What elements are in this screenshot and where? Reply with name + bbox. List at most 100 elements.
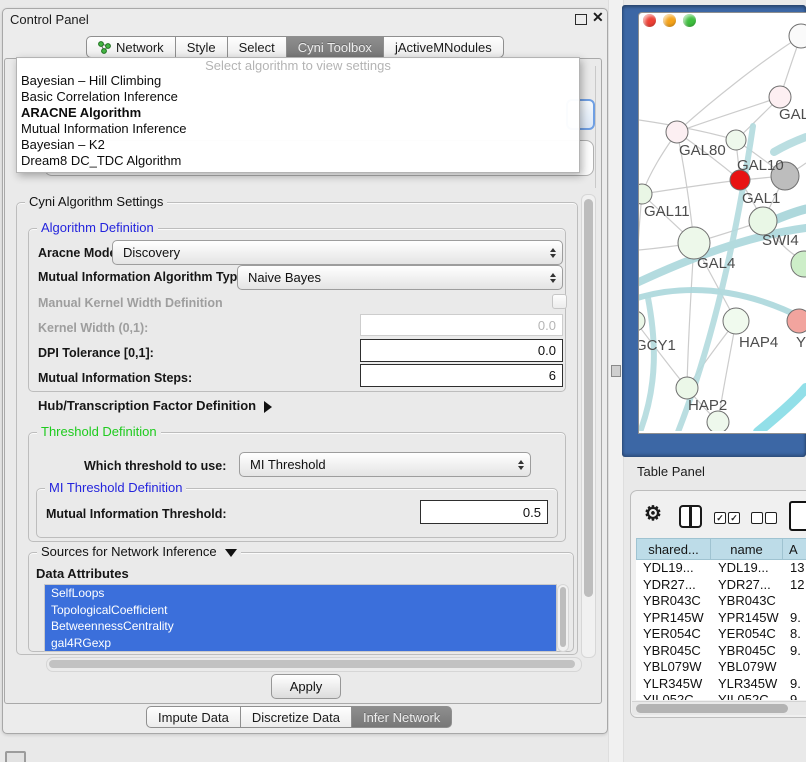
splitter-grip-icon[interactable] — [611, 365, 621, 377]
tab-discretize-data[interactable]: Discretize Data — [241, 706, 352, 728]
select-all-checkbox-icon[interactable]: ✓ — [728, 512, 740, 524]
network-node[interactable] — [676, 377, 698, 399]
dropdown-item[interactable]: Mutual Information Inference — [17, 121, 579, 137]
tab-label: Cyni Toolbox — [298, 40, 372, 55]
table-row[interactable]: YBL079WYBL079W — [636, 659, 806, 676]
tab-label: Select — [239, 40, 275, 55]
network-node-label: GAL — [779, 106, 806, 123]
hub-definition-toggle[interactable]: Hub/Transcription Factor Definition — [38, 398, 272, 413]
tab-label: Discretize Data — [252, 710, 340, 725]
scrollbar-thumb[interactable] — [636, 704, 788, 713]
table-column-header[interactable]: A — [783, 538, 806, 560]
tab-impute-data[interactable]: Impute Data — [146, 706, 241, 728]
table-column-header[interactable]: name — [711, 538, 783, 560]
settings-horizontal-scrollbar[interactable] — [46, 657, 582, 672]
tab-infer-network[interactable]: Infer Network — [352, 706, 452, 728]
network-edge-weighted[interactable] — [774, 137, 806, 152]
network-canvas[interactable]: GALGAL80GAL10GAL1GAL11SWI4GAL4GCY1HAP4YH… — [639, 13, 806, 431]
select-all-checkbox-icon[interactable]: ✓ — [714, 512, 726, 524]
dropdown-item[interactable]: ARACNE Algorithm — [17, 105, 579, 121]
network-node[interactable] — [707, 411, 729, 431]
table-row[interactable]: YIL052CYIL052C9 — [636, 692, 806, 700]
table-row[interactable]: YPR145WYPR145W9. — [636, 610, 806, 627]
manual-kernel-checkbox[interactable] — [552, 294, 567, 309]
collapse-down-icon[interactable] — [225, 549, 237, 557]
stepper-icon — [518, 460, 524, 470]
data-attributes-list[interactable]: SelfLoopsTopologicalCoefficientBetweenne… — [44, 584, 557, 652]
document-icon[interactable] — [789, 501, 806, 531]
network-node-label: Y — [796, 334, 806, 351]
bottom-tabs: Impute Data Discretize Data Infer Network — [146, 706, 452, 728]
float-window-icon[interactable] — [575, 14, 587, 25]
network-edge-weighted[interactable] — [758, 388, 806, 431]
scrollbar-thumb[interactable] — [49, 660, 575, 668]
network-node[interactable] — [666, 121, 688, 143]
mi-type-combo[interactable]: Naive Bayes — [237, 265, 563, 290]
sources-group-title[interactable]: Sources for Network Inference — [37, 544, 241, 559]
expand-right-icon[interactable] — [264, 401, 272, 413]
network-node[interactable] — [723, 308, 749, 334]
aracne-mode-value: Discovery — [123, 245, 180, 260]
tab-label: Infer Network — [363, 710, 440, 725]
screen: Control Panel ✕ NetworkStyleSelectCyni T… — [0, 0, 806, 762]
gear-icon[interactable]: ⚙ — [644, 504, 662, 524]
mi-threshold-field[interactable]: 0.5 — [420, 500, 548, 524]
minimized-panel-icon[interactable] — [5, 751, 26, 762]
table-row[interactable]: YBR045CYBR045C9. — [636, 643, 806, 660]
network-node[interactable] — [726, 130, 746, 150]
network-edge[interactable] — [677, 97, 780, 132]
network-node[interactable] — [769, 86, 791, 108]
network-edge[interactable] — [639, 321, 687, 388]
network-edge[interactable] — [642, 180, 740, 194]
attribute-list-item[interactable]: SelfLoops — [45, 585, 556, 602]
network-node[interactable] — [787, 309, 806, 333]
settings-vertical-scrollbar[interactable] — [581, 194, 596, 658]
dropdown-item[interactable]: Bayesian – Hill Climbing — [17, 73, 579, 89]
tab-jactivemnodules[interactable]: jActiveMNodules — [384, 36, 504, 58]
tab-select[interactable]: Select — [228, 36, 287, 58]
attributes-list-scrollbar[interactable] — [557, 584, 569, 652]
table-cell: YER054C — [711, 626, 783, 643]
dpi-tolerance-field[interactable]: 0.0 — [360, 339, 563, 362]
attribute-list-item[interactable]: BetweennessCentrality — [45, 618, 556, 635]
table-column-header[interactable]: shared... — [636, 538, 711, 560]
tab-style[interactable]: Style — [176, 36, 228, 58]
dropdown-item[interactable]: Bayesian – K2 — [17, 137, 579, 153]
network-node[interactable] — [749, 207, 777, 235]
table-cell: 9. — [783, 643, 806, 660]
attribute-list-item[interactable]: TopologicalCoefficient — [45, 602, 556, 619]
table-cell: YBR045C — [636, 643, 711, 660]
table-row[interactable]: YBR043CYBR043C — [636, 593, 806, 610]
network-node-label: SWI4 — [762, 232, 799, 249]
dropdown-item[interactable]: Basic Correlation Inference — [17, 89, 579, 105]
aracne-mode-combo[interactable]: Discovery — [112, 240, 563, 265]
apply-button[interactable]: Apply — [271, 674, 341, 699]
table-row[interactable]: YLR345WYLR345W9. — [636, 676, 806, 693]
network-node[interactable] — [789, 24, 806, 48]
network-node-label: HAP4 — [739, 334, 778, 351]
network-edge[interactable] — [639, 194, 642, 321]
deselect-all-checkbox-icon[interactable] — [765, 512, 777, 524]
table-row[interactable]: YER054CYER054C8. — [636, 626, 806, 643]
network-node[interactable] — [791, 251, 806, 277]
network-node-label: GAL10 — [737, 157, 784, 174]
close-icon[interactable]: ✕ — [592, 9, 604, 26]
tab-cyni-toolbox[interactable]: Cyni Toolbox — [287, 36, 384, 58]
columns-icon[interactable] — [679, 505, 702, 528]
which-threshold-combo[interactable]: MI Threshold — [239, 452, 531, 477]
dropdown-item[interactable]: Dream8 DC_TDC Algorithm — [17, 153, 579, 169]
scrollbar-thumb[interactable] — [584, 199, 593, 597]
scrollbar-thumb[interactable] — [560, 587, 566, 647]
deselect-all-checkbox-icon[interactable] — [751, 512, 763, 524]
which-threshold-label: Which threshold to use: — [84, 459, 226, 473]
attribute-list-item[interactable]: gal4RGexp — [45, 635, 556, 652]
hidden-groupbox-edge — [595, 66, 596, 188]
table-row[interactable]: YDL19...YDL19...13 — [636, 560, 806, 577]
kernel-width-field[interactable]: 0.0 — [360, 314, 563, 336]
tab-network[interactable]: Network — [86, 36, 176, 58]
mi-steps-field[interactable]: 6 — [360, 364, 563, 387]
table-row[interactable]: YDR27...YDR27...12 — [636, 577, 806, 594]
network-node[interactable] — [639, 311, 645, 331]
table-cell: 9. — [783, 610, 806, 627]
table-horizontal-scrollbar[interactable] — [632, 701, 806, 715]
